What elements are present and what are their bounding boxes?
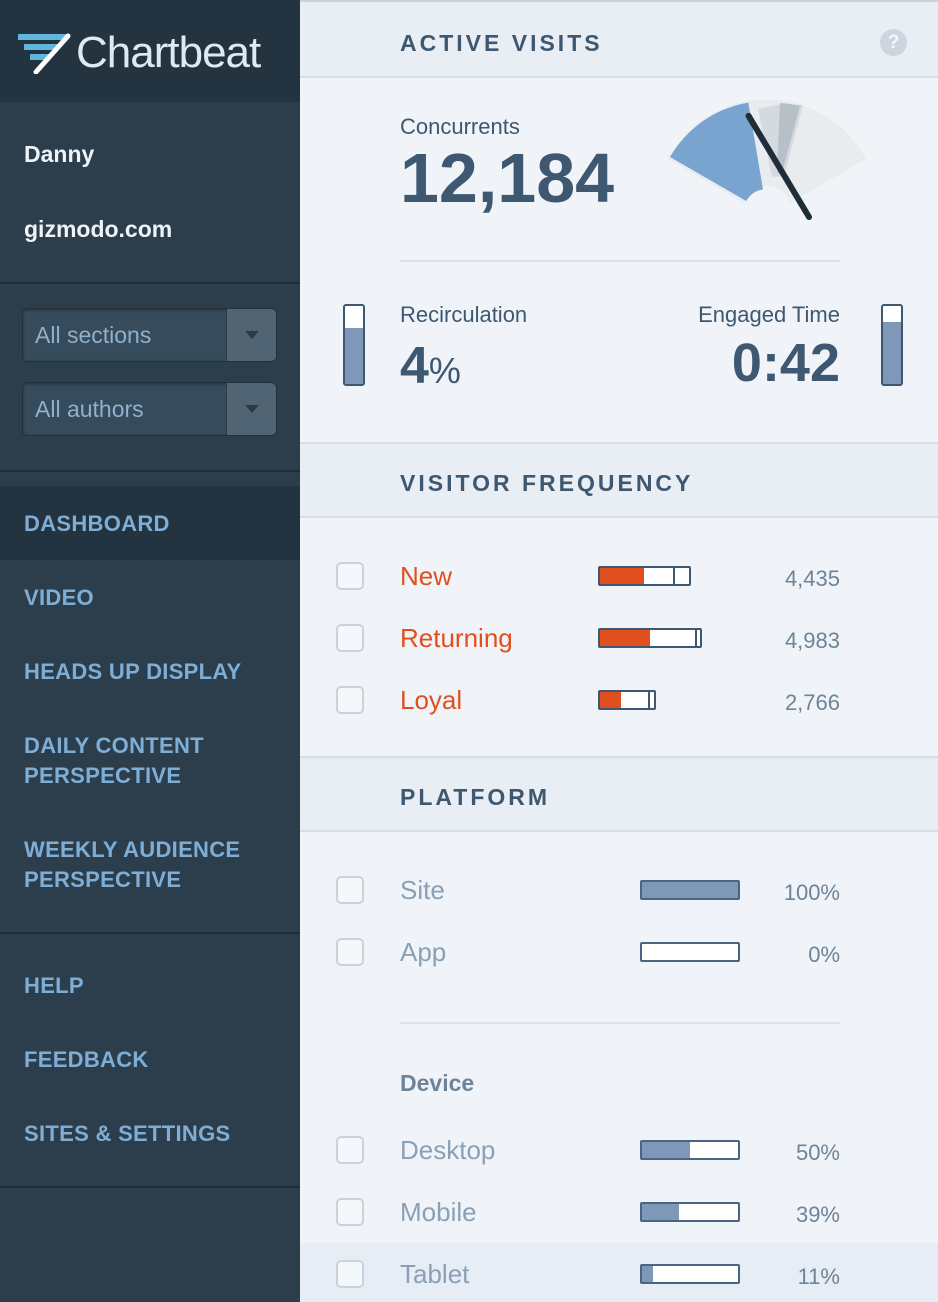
bar-fill [600,568,644,584]
main-panel: ACTIVE VISITS ? Concurrents 12,184 Recir… [300,0,938,1302]
new-label: New [400,561,453,591]
app-bar [640,942,740,962]
nav-label-line: PERSPECTIVE [24,763,182,788]
mobile-value: 39% [795,1202,840,1227]
bar-fill [600,630,650,646]
mobile-bar [640,1202,740,1222]
loyal-label: Loyal [400,685,463,715]
active-visits-header: ACTIVE VISITS ? [300,0,938,78]
app-label: App [400,937,447,967]
nav-label-line: PERSPECTIVE [24,867,182,892]
engaged-time-meter [881,304,903,386]
recirculation-unit: % [428,350,461,391]
nav-dashboard[interactable]: DASHBOARD [24,509,170,539]
nav-daily-content-perspective[interactable]: DAILY CONTENT PERSPECTIVE [24,731,204,791]
sections-dropdown-value: All sections [35,322,152,348]
concurrents-value: 12,184 [400,139,615,217]
engaged-time-label: Engaged Time [698,302,840,327]
returning-value: 4,983 [784,628,840,653]
new-bar [598,566,691,586]
divider [0,1186,300,1188]
authors-dropdown-button[interactable] [226,383,276,435]
divider [400,260,840,262]
loyal-value: 2,766 [784,690,840,715]
nav-label-line: DAILY CONTENT [24,733,204,758]
platform-header: PLATFORM [300,756,938,832]
logo-bar: Chartbeat [0,0,300,102]
sections-dropdown[interactable]: All sections [22,308,277,362]
row-highlight [300,1243,938,1302]
concurrents-label: Concurrents [400,114,520,139]
desktop-bar [640,1140,740,1160]
nav-sites-settings[interactable]: SITES & SETTINGS [24,1119,231,1149]
concurrents-gauge [668,99,866,220]
app-value: 0% [808,942,840,967]
section-title: ACTIVE VISITS [400,30,603,56]
bar-marker [672,568,675,584]
section-title: VISITOR FREQUENCY [400,470,694,496]
new-checkbox[interactable] [336,562,364,590]
sidebar: Chartbeat Danny gizmodo.com All sections… [0,0,300,1302]
visitor-frequency-header: VISITOR FREQUENCY [300,442,938,518]
recirculation-label: Recirculation [400,302,528,327]
returning-label: Returning [400,623,513,653]
chevron-down-icon [245,331,259,339]
site-name[interactable]: gizmodo.com [24,216,172,243]
desktop-label: Desktop [400,1135,496,1165]
nav-video[interactable]: VIDEO [24,583,94,613]
authors-dropdown[interactable]: All authors [22,382,277,436]
recirculation-number: 4 [400,337,429,395]
divider [0,470,300,472]
mobile-label: Mobile [400,1197,477,1227]
user-name[interactable]: Danny [24,141,94,168]
nav-feedback[interactable]: FEEDBACK [24,1045,149,1075]
bar-fill [642,1266,653,1282]
loyal-checkbox[interactable] [336,686,364,714]
site-bar [640,880,740,900]
sections-dropdown-button[interactable] [226,309,276,361]
tablet-label: Tablet [400,1259,470,1289]
section-title: PLATFORM [400,784,551,810]
divider [400,1022,840,1024]
bar-fill [642,1142,690,1158]
app-checkbox[interactable] [336,938,364,966]
returning-bar [598,628,702,648]
recirculation-value: 4% [400,336,461,396]
desktop-checkbox[interactable] [336,1136,364,1164]
tablet-bar [640,1264,740,1284]
nav-help[interactable]: HELP [24,971,84,1001]
desktop-value: 50% [795,1140,840,1165]
bar-fill [642,882,738,898]
site-checkbox[interactable] [336,876,364,904]
bar-marker [695,630,697,646]
bar-fill [600,692,622,708]
chartbeat-logo-icon [18,33,71,74]
device-title: Device [400,1070,475,1096]
divider [0,932,300,934]
returning-checkbox[interactable] [336,624,364,652]
chevron-down-icon [245,405,259,413]
engaged-time-value: 0:42 [731,333,840,393]
site-label: Site [400,875,445,905]
tablet-checkbox[interactable] [336,1260,364,1288]
bar-marker [647,692,650,708]
new-value: 4,435 [784,566,840,591]
nav-label-line: WEEKLY AUDIENCE [24,837,241,862]
recirculation-meter-fill [345,327,363,384]
bar-fill [642,1204,680,1220]
nav-weekly-audience-perspective[interactable]: WEEKLY AUDIENCE PERSPECTIVE [24,835,240,895]
nav-heads-up-display[interactable]: HEADS UP DISPLAY [24,657,242,687]
tablet-value: 11% [797,1264,840,1289]
engaged-time-meter-fill [883,321,901,384]
help-icon[interactable]: ? [880,29,907,56]
mobile-checkbox[interactable] [336,1198,364,1226]
site-value: 100% [783,880,840,905]
recirculation-meter [343,304,365,386]
authors-dropdown-value: All authors [35,396,144,422]
divider [0,282,300,284]
app-logo-text: Chartbeat [76,28,261,77]
loyal-bar [598,690,656,710]
